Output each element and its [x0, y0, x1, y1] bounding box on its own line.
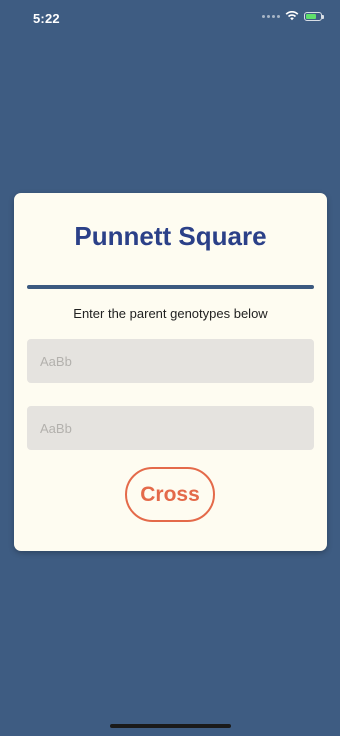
wifi-icon	[285, 11, 299, 21]
punnett-card: Punnett Square Enter the parent genotype…	[14, 193, 327, 551]
app-screen: 5:22 Punnett Square Enter the parent gen…	[0, 0, 340, 736]
cross-button[interactable]: Cross	[125, 467, 215, 522]
page-title: Punnett Square	[74, 221, 267, 251]
home-indicator[interactable]	[110, 724, 231, 728]
parent-1-genotype-input[interactable]	[27, 339, 314, 383]
status-time: 5:22	[33, 11, 60, 26]
status-icons	[262, 11, 324, 21]
battery-icon	[304, 11, 324, 21]
status-bar: 5:22	[0, 0, 340, 40]
signal-dots-icon	[262, 14, 280, 18]
title-divider	[27, 285, 314, 289]
instruction-text: Enter the parent genotypes below	[73, 306, 268, 321]
parent-2-genotype-input[interactable]	[27, 406, 314, 450]
